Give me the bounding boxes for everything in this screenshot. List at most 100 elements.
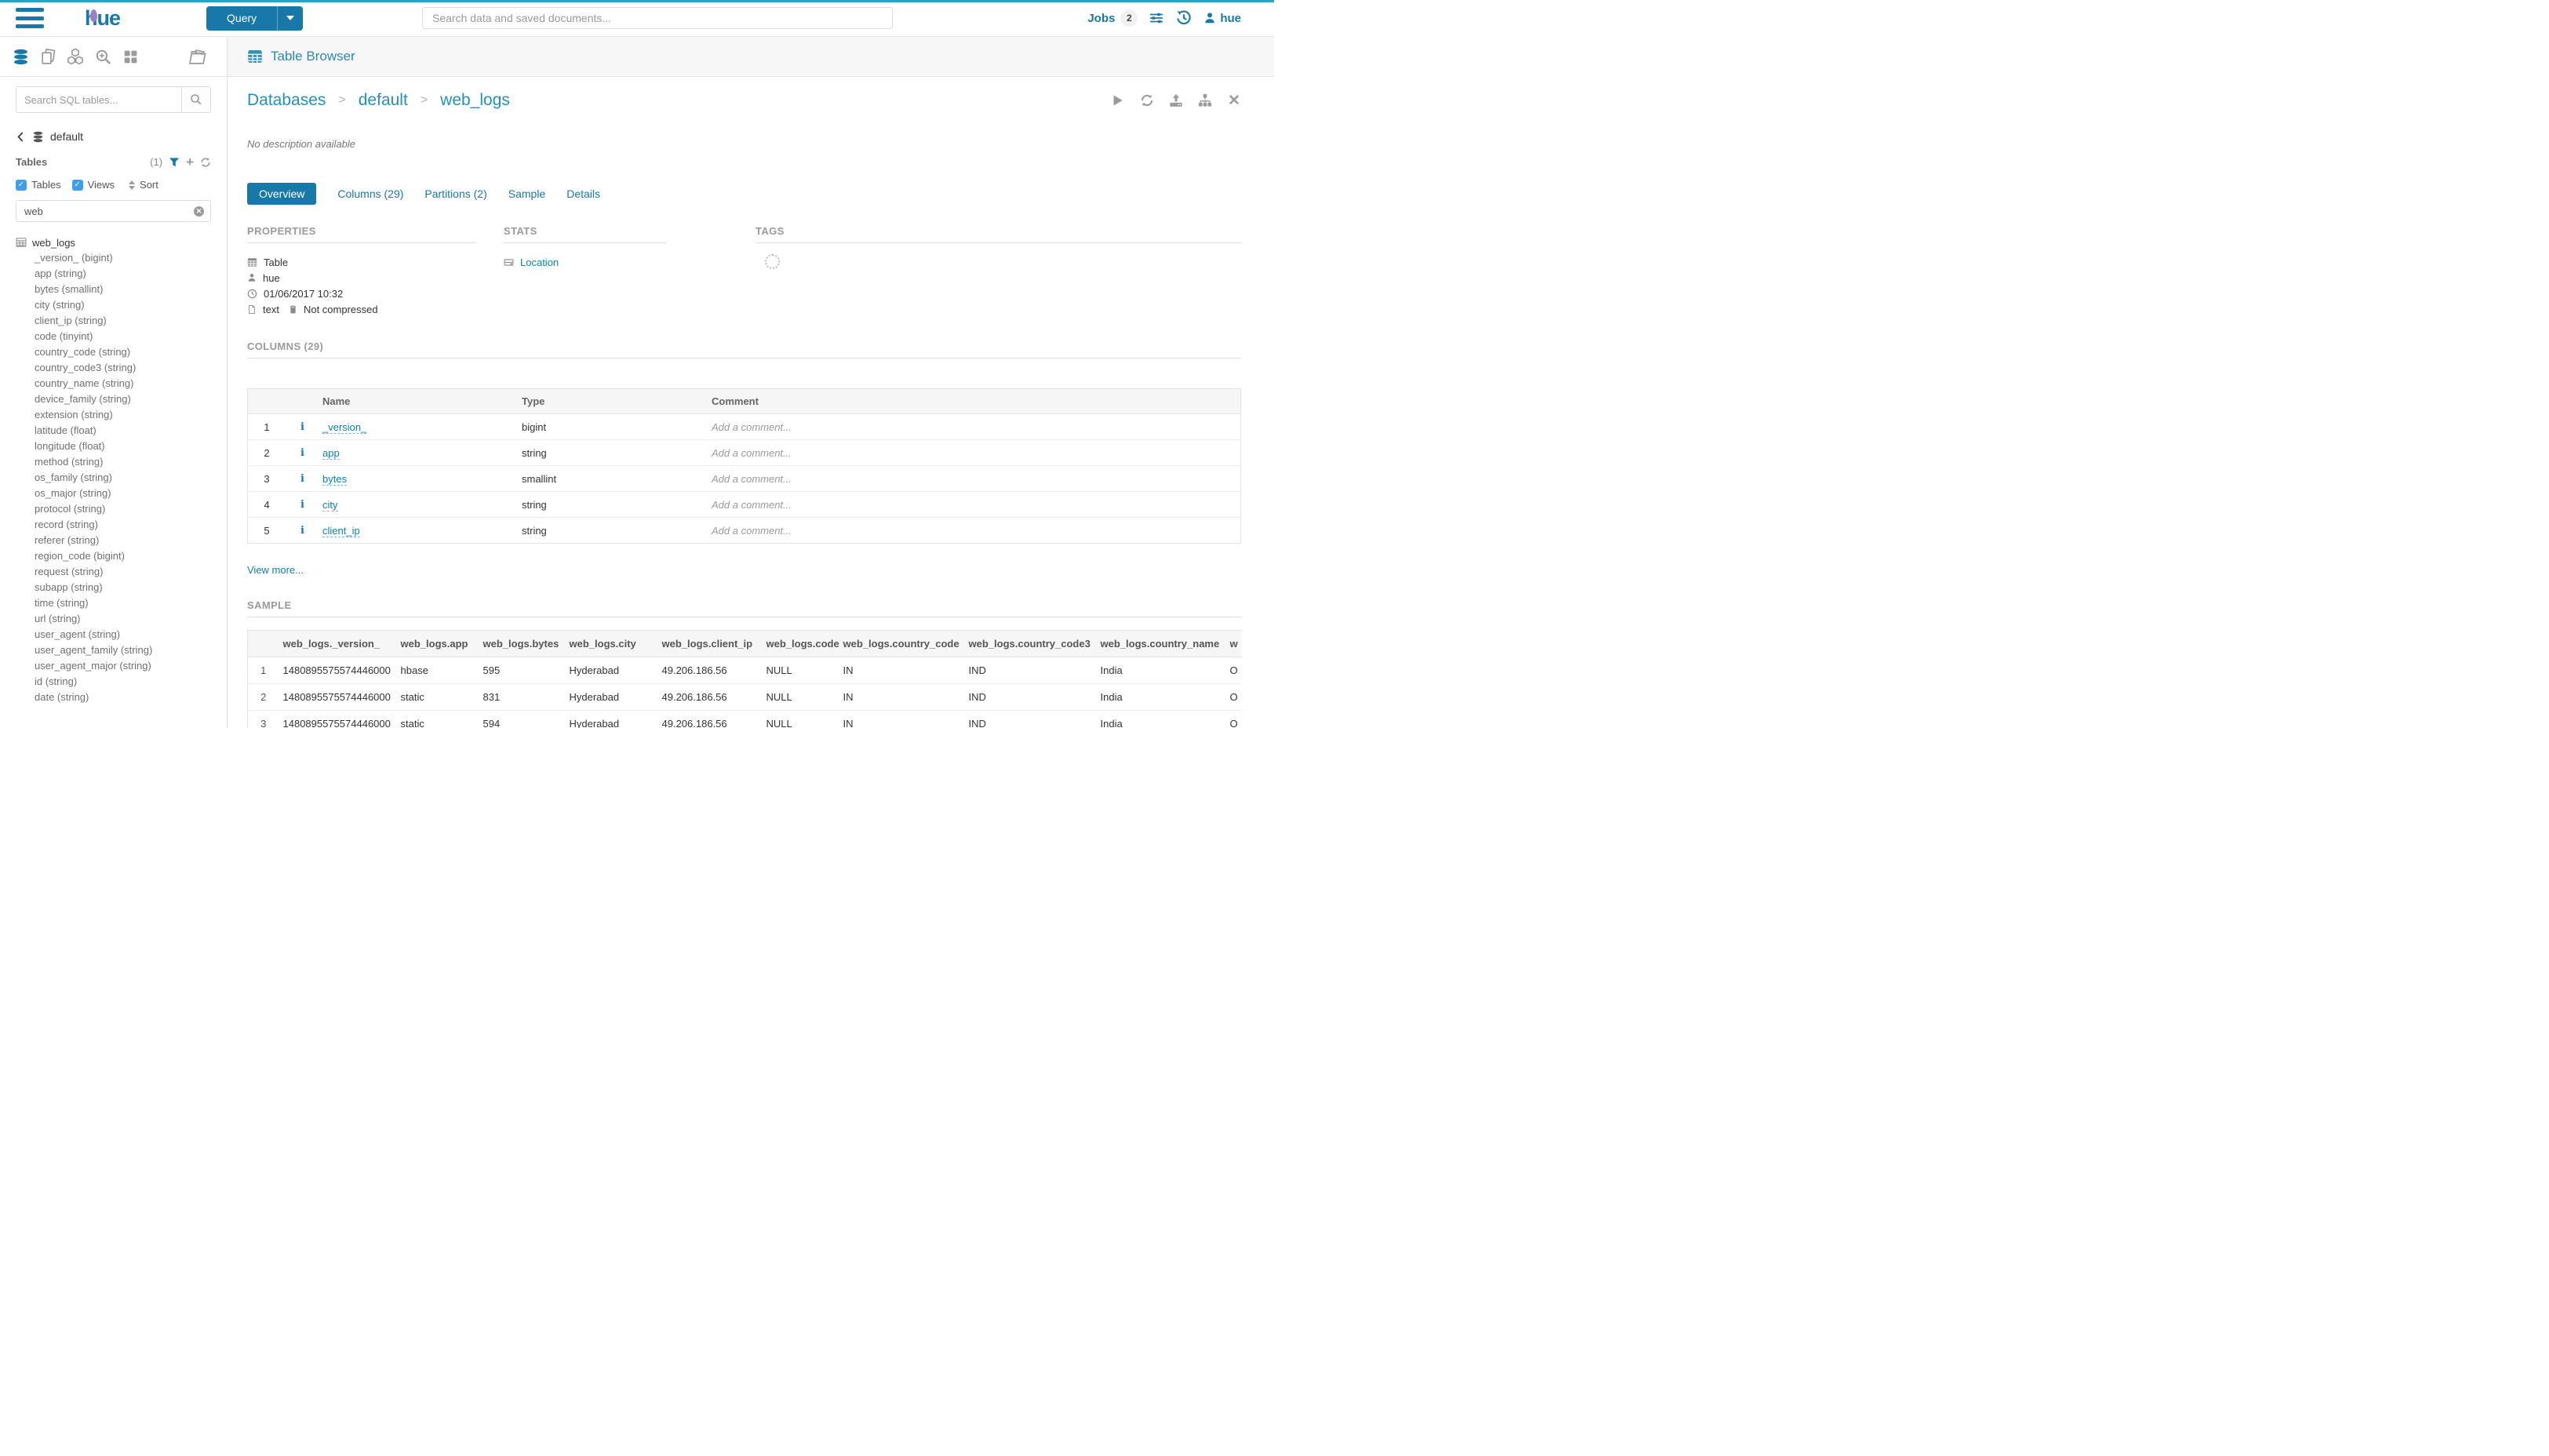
- global-search-input[interactable]: [422, 7, 893, 29]
- views-checkbox-label[interactable]: Views: [88, 179, 115, 191]
- tree-column[interactable]: time (string): [16, 595, 211, 611]
- sql-table-search-input[interactable]: [16, 87, 181, 112]
- tree-column[interactable]: app (string): [16, 266, 211, 282]
- tab-sample[interactable]: Sample: [508, 183, 545, 205]
- apps-grid-icon[interactable]: [121, 47, 140, 66]
- menu-icon[interactable]: [16, 6, 44, 30]
- clear-filter-icon[interactable]: ✕: [194, 206, 204, 217]
- tree-column[interactable]: user_agent (string): [16, 627, 211, 642]
- folder-documents-icon[interactable]: [188, 47, 206, 66]
- sample-table-wrap: web_logs._version_ web_logs.app web_logs…: [247, 630, 1241, 728]
- tree-column[interactable]: user_agent_major (string): [16, 658, 211, 674]
- sample-cell: 49.206.186.56: [658, 711, 763, 729]
- sort-label[interactable]: Sort: [140, 179, 158, 191]
- comment-placeholder[interactable]: Add a comment...: [712, 447, 792, 459]
- tree-column[interactable]: user_agent_family (string): [16, 642, 211, 658]
- column-name-link[interactable]: bytes: [322, 473, 347, 486]
- tree-column[interactable]: latitude (float): [16, 423, 211, 439]
- close-icon[interactable]: ✕: [1227, 93, 1241, 107]
- comment-placeholder[interactable]: Add a comment...: [712, 473, 792, 485]
- tree-column[interactable]: client_ip (string): [16, 313, 211, 329]
- sample-col-header: web_logs.client_ip: [658, 631, 763, 657]
- tree-column[interactable]: _version_ (bigint): [16, 250, 211, 266]
- tree-column[interactable]: region_code (bigint): [16, 548, 211, 564]
- tree-column[interactable]: extension (string): [16, 407, 211, 423]
- tree-column[interactable]: bytes (smallint): [16, 282, 211, 297]
- query-play-icon[interactable]: [1111, 93, 1125, 107]
- location-link[interactable]: Location: [520, 257, 559, 268]
- add-table-icon[interactable]: +: [186, 155, 194, 169]
- table-filter-input[interactable]: [23, 205, 194, 218]
- view-more-link[interactable]: View more...: [247, 564, 304, 576]
- breadcrumb-table[interactable]: web_logs: [440, 91, 510, 110]
- tree-column[interactable]: country_name (string): [16, 376, 211, 391]
- tab-details[interactable]: Details: [566, 183, 600, 205]
- comment-placeholder[interactable]: Add a comment...: [712, 525, 792, 537]
- tree-column[interactable]: device_family (string): [16, 391, 211, 407]
- database-name[interactable]: default: [50, 130, 83, 143]
- tree-column[interactable]: record (string): [16, 517, 211, 533]
- column-name-link[interactable]: _version_: [322, 421, 366, 434]
- comment-placeholder[interactable]: Add a comment...: [712, 421, 792, 433]
- sample-cell: Hyderabad: [566, 711, 658, 729]
- history-icon[interactable]: [1175, 9, 1193, 27]
- refresh-icon[interactable]: [200, 157, 211, 168]
- tree-column[interactable]: longitude (float): [16, 439, 211, 454]
- tab-partitions[interactable]: Partitions (2): [424, 183, 486, 205]
- jobs-link[interactable]: Jobs 2: [1087, 9, 1138, 27]
- tables-checkbox-label[interactable]: Tables: [31, 179, 61, 191]
- tree-column[interactable]: os_major (string): [16, 486, 211, 501]
- zoom-in-icon[interactable]: [93, 47, 112, 66]
- column-name-link[interactable]: client_ip: [322, 525, 360, 537]
- tree-column[interactable]: date (string): [16, 690, 211, 705]
- tree-column[interactable]: method (string): [16, 454, 211, 470]
- import-icon[interactable]: [1169, 93, 1183, 107]
- info-icon[interactable]: i: [300, 447, 304, 459]
- lineage-sitemap-icon[interactable]: [1198, 93, 1212, 107]
- row-number: 5: [248, 518, 286, 544]
- user-menu[interactable]: hue: [1203, 12, 1241, 25]
- sample-col-header: web_logs.code: [763, 631, 839, 657]
- tree-column[interactable]: id (string): [16, 674, 211, 690]
- tree-column[interactable]: request (string): [16, 564, 211, 580]
- info-icon[interactable]: i: [300, 525, 304, 537]
- tables-checkbox[interactable]: ✓: [16, 180, 27, 191]
- tree-column[interactable]: country_code3 (string): [16, 360, 211, 376]
- tab-overview[interactable]: Overview: [247, 183, 316, 205]
- refresh-icon[interactable]: [1140, 93, 1154, 107]
- query-button-label[interactable]: Query: [206, 6, 277, 31]
- comment-placeholder[interactable]: Add a comment...: [712, 499, 792, 511]
- hue-logo[interactable]: hue: [85, 6, 120, 31]
- views-checkbox[interactable]: ✓: [72, 180, 83, 191]
- info-icon[interactable]: i: [300, 421, 304, 433]
- sort-icon[interactable]: [129, 180, 135, 190]
- functions-cubes-icon[interactable]: [66, 47, 85, 66]
- tree-column[interactable]: url (string): [16, 611, 211, 627]
- properties-title: PROPERTIES: [247, 225, 475, 237]
- tree-column[interactable]: country_code (string): [16, 344, 211, 360]
- tree-column[interactable]: os_family (string): [16, 470, 211, 486]
- chevron-left-icon[interactable]: [16, 131, 26, 143]
- documents-icon[interactable]: [38, 47, 57, 66]
- breadcrumb-databases[interactable]: Databases: [247, 91, 326, 110]
- tree-column[interactable]: city (string): [16, 297, 211, 313]
- tree-column[interactable]: protocol (string): [16, 501, 211, 517]
- info-icon[interactable]: i: [300, 473, 304, 485]
- tree-table-web-logs[interactable]: web_logs: [16, 235, 211, 250]
- column-name-link[interactable]: city: [322, 499, 338, 511]
- sql-assist-icon[interactable]: [11, 47, 30, 66]
- assist-body: default Tables (1) + ✓ Tables: [0, 77, 227, 728]
- filter-funnel-icon[interactable]: [169, 157, 180, 168]
- tab-columns[interactable]: Columns (29): [337, 183, 403, 205]
- tree-column[interactable]: referer (string): [16, 533, 211, 548]
- query-button[interactable]: Query: [206, 6, 303, 31]
- sliders-icon[interactable]: [1149, 10, 1164, 26]
- search-icon[interactable]: [181, 87, 210, 112]
- query-dropdown-toggle[interactable]: [277, 6, 303, 31]
- table-row: 3 i bytes smallint Add a comment...: [248, 466, 1241, 492]
- info-icon[interactable]: i: [300, 499, 304, 511]
- tree-column[interactable]: subapp (string): [16, 580, 211, 595]
- column-name-link[interactable]: app: [322, 447, 340, 460]
- tree-column[interactable]: code (tinyint): [16, 329, 211, 344]
- breadcrumb-database[interactable]: default: [359, 91, 408, 110]
